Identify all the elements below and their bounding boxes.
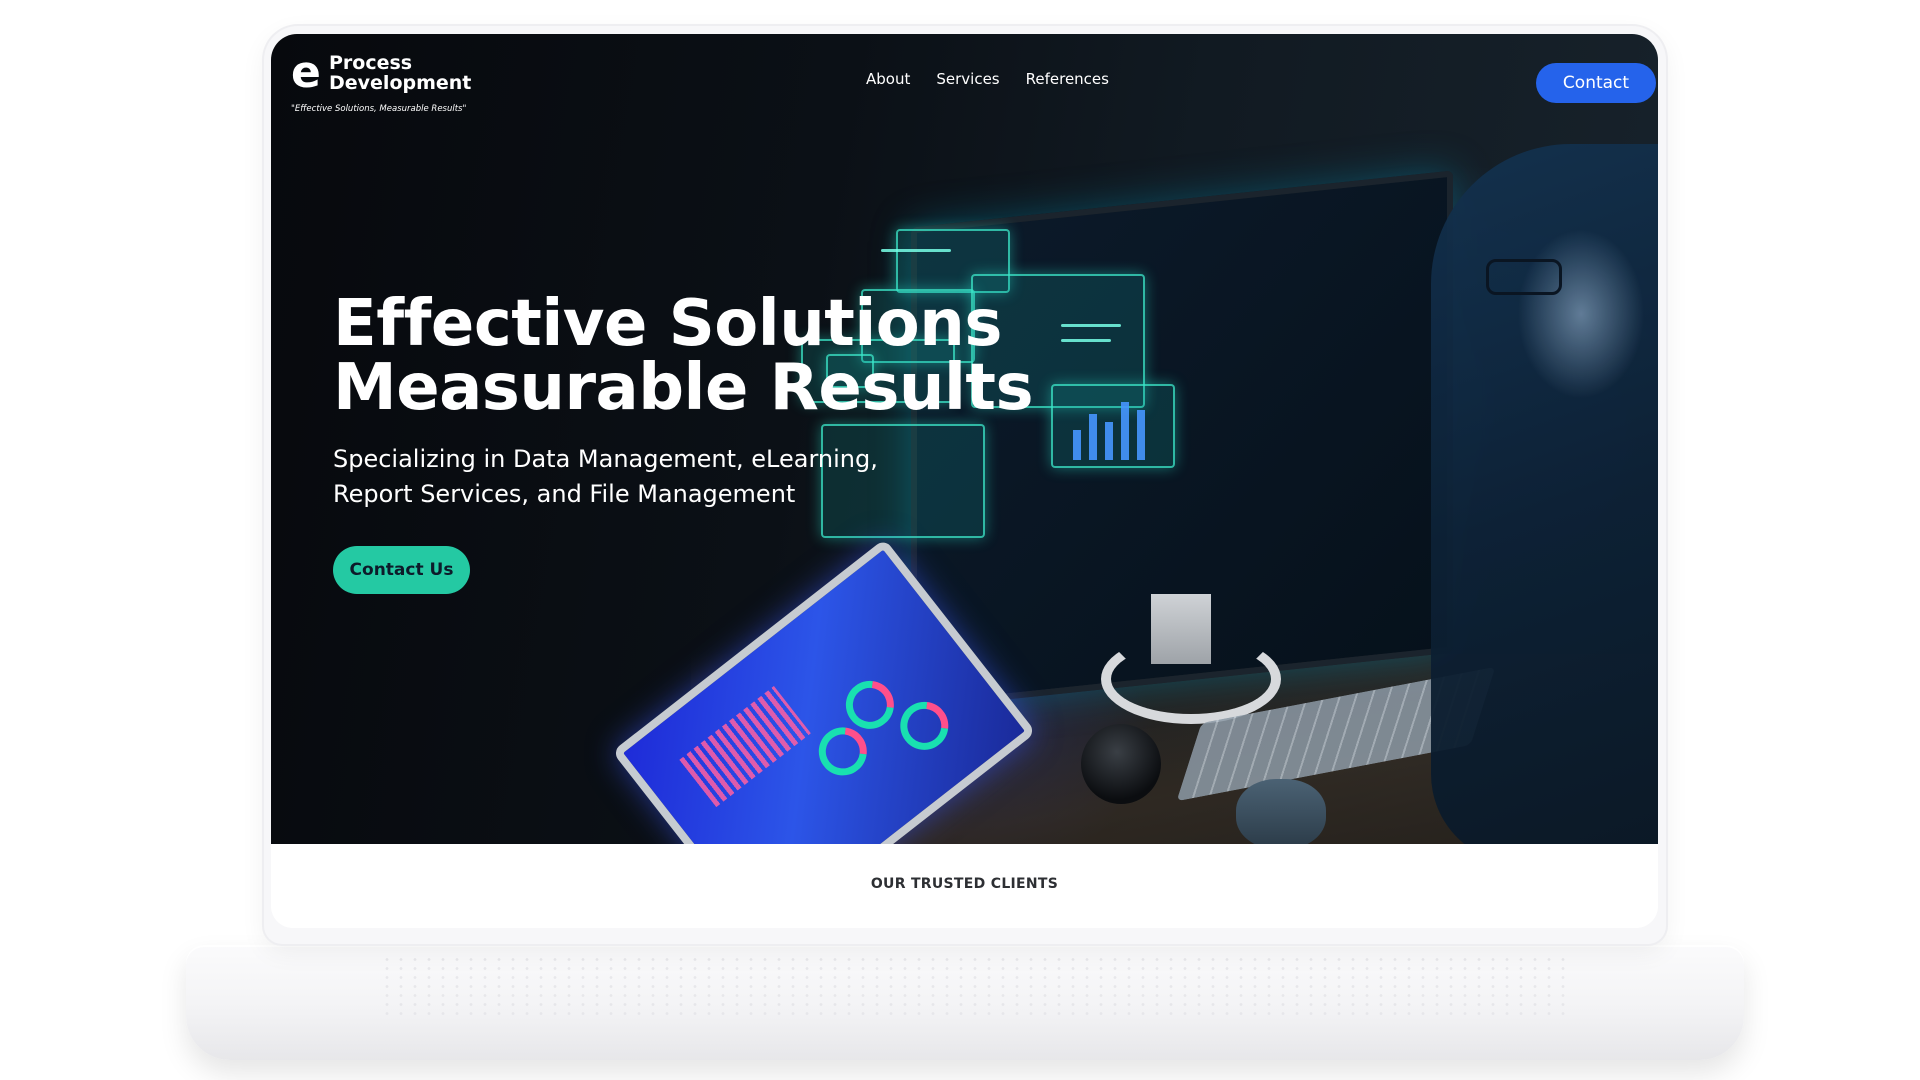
nav-link-about[interactable]: About (866, 70, 910, 88)
hero-section: e Process Development "Effective Solutio… (271, 34, 1658, 928)
hero-subtitle-line1: Specializing in Data Management, eLearni… (333, 445, 878, 473)
nav-link-services[interactable]: Services (936, 70, 999, 88)
laptop-screen: e Process Development "Effective Solutio… (271, 34, 1658, 928)
hero-hand-image (1236, 779, 1326, 849)
main-nav: About Services References (866, 70, 1109, 88)
nav-contact-button[interactable]: Contact (1536, 63, 1656, 103)
site-logo[interactable]: e Process Development "Effective Solutio… (291, 49, 491, 119)
hero-monitor-stand (1101, 634, 1281, 724)
hero-holo-bar-chart (1051, 384, 1175, 468)
hero-speaker-image (1081, 724, 1161, 804)
hero-subtitle-line2: Report Services, and File Management (333, 480, 796, 508)
contact-us-button[interactable]: Contact Us (333, 546, 470, 594)
tablet-bar-graphic (679, 685, 811, 808)
logo-tagline: "Effective Solutions, Measurable Results… (291, 104, 467, 114)
trusted-clients-section: OUR TRUSTED CLIENTS (271, 844, 1658, 928)
hero-title: Effective Solutions Measurable Results (333, 287, 1034, 425)
hero-person-glasses (1486, 259, 1562, 295)
logo-text-line1: Process (329, 52, 413, 74)
laptop-keyboard-texture (380, 955, 1570, 1020)
hero-holo-line (881, 249, 951, 252)
hero-title-line2: Measurable Results (333, 351, 1034, 425)
hero-subtitle: Specializing in Data Management, eLearni… (333, 442, 933, 512)
trusted-clients-heading: OUR TRUSTED CLIENTS (870, 876, 1059, 892)
logo-text-line2: Development (329, 72, 472, 94)
hero-holo-line (1061, 339, 1111, 342)
hero-holo-line (1061, 324, 1121, 327)
tablet-donut-graphic (890, 692, 958, 760)
hero-person-image (1431, 144, 1658, 864)
logo-mark: e (291, 47, 321, 98)
nav-link-references[interactable]: References (1026, 70, 1109, 88)
hero-title-line1: Effective Solutions (333, 287, 1002, 361)
